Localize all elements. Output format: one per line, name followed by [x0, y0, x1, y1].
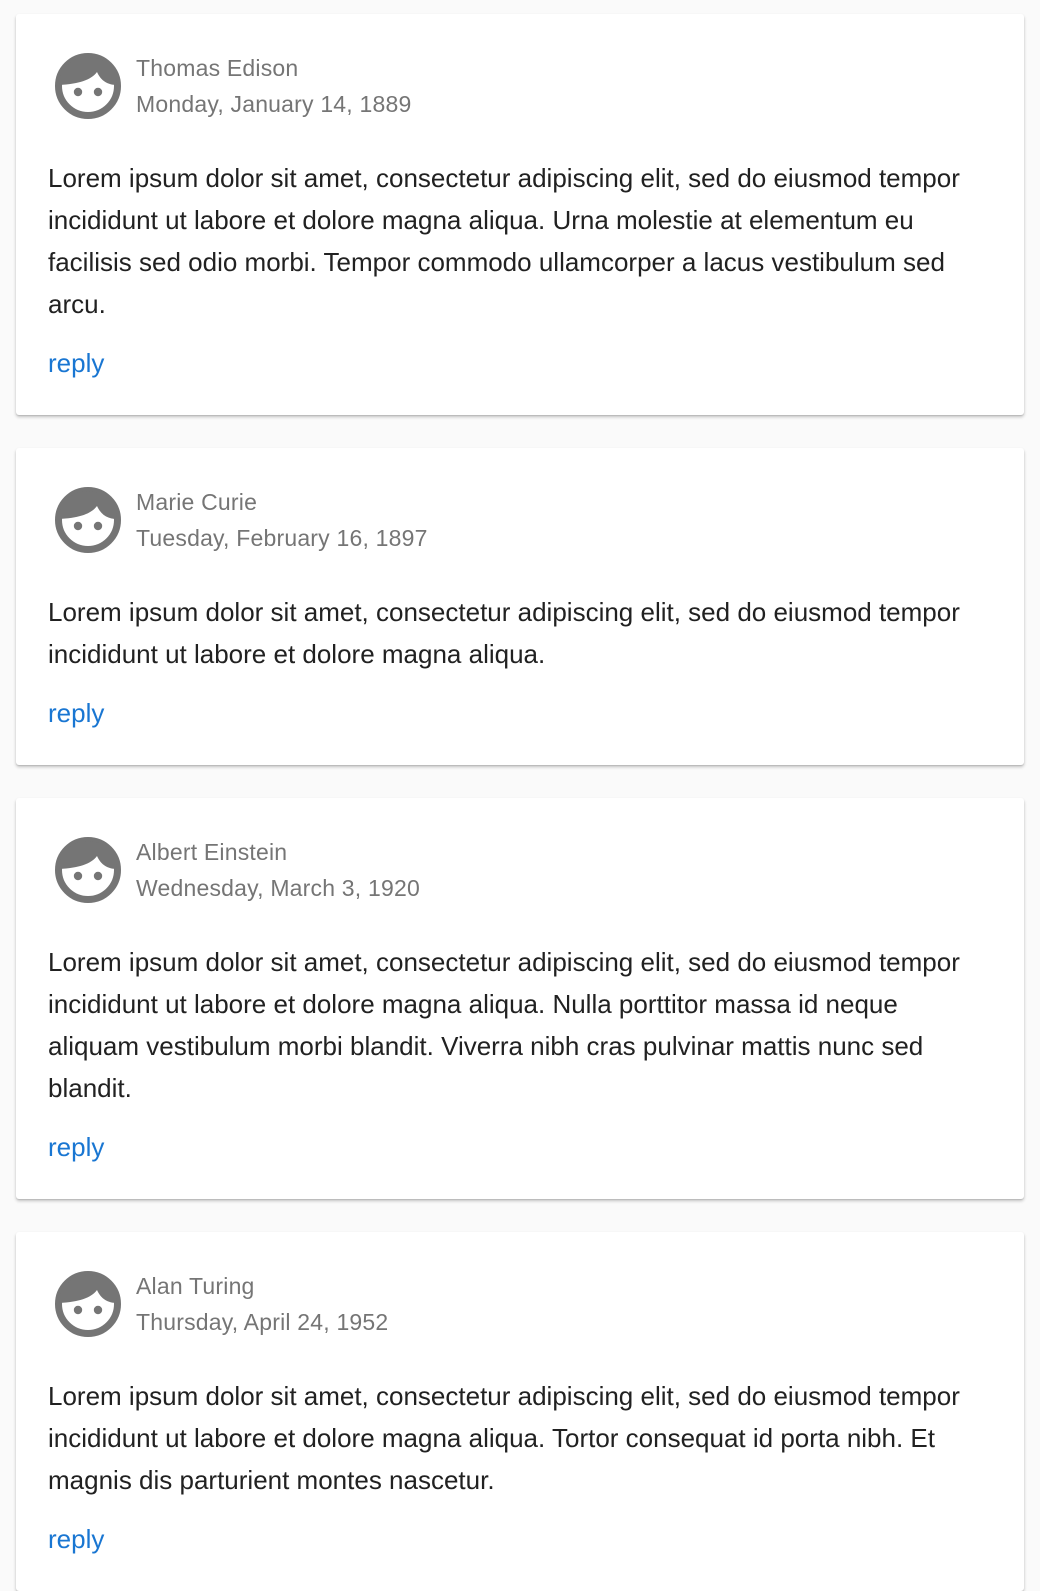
comment-meta: Albert Einstein Wednesday, March 3, 1920 [136, 834, 420, 906]
author-name: Alan Turing [136, 1273, 255, 1299]
reply-link[interactable]: reply [48, 345, 104, 381]
author-name: Marie Curie [136, 489, 258, 515]
author-name: Thomas Edison [136, 55, 299, 81]
comment-text: Lorem ipsum dolor sit amet, consectetur … [48, 597, 960, 669]
comment-date: Thursday, April 24, 1952 [136, 1309, 389, 1335]
face-icon [55, 1271, 121, 1337]
comment-card: Thomas Edison Monday, January 14, 1889 L… [16, 14, 1024, 415]
comment-card: Albert Einstein Wednesday, March 3, 1920… [16, 798, 1024, 1199]
reply-link[interactable]: reply [48, 695, 104, 731]
comment-feed: Thomas Edison Monday, January 14, 1889 L… [0, 0, 1040, 1591]
comment-header: Thomas Edison Monday, January 14, 1889 [54, 52, 411, 120]
reply-link[interactable]: reply [48, 1129, 104, 1165]
comment-card: Marie Curie Tuesday, February 16, 1897 L… [16, 448, 1024, 765]
comment-header: Albert Einstein Wednesday, March 3, 1920 [54, 836, 420, 904]
comment-meta: Thomas Edison Monday, January 14, 1889 [136, 50, 411, 122]
face-icon [55, 837, 121, 903]
comment-meta: Marie Curie Tuesday, February 16, 1897 [136, 484, 428, 556]
comment-header: Marie Curie Tuesday, February 16, 1897 [54, 486, 428, 554]
comment-card: Alan Turing Thursday, April 24, 1952 Lor… [16, 1232, 1024, 1591]
comment-text: Lorem ipsum dolor sit amet, consectetur … [48, 1381, 960, 1495]
comment-date: Wednesday, March 3, 1920 [136, 875, 420, 901]
comment-date: Tuesday, February 16, 1897 [136, 525, 428, 551]
face-icon [55, 487, 121, 553]
reply-link[interactable]: reply [48, 1521, 104, 1557]
comment-text: Lorem ipsum dolor sit amet, consectetur … [48, 947, 960, 1103]
author-name: Albert Einstein [136, 839, 288, 865]
comment-date: Monday, January 14, 1889 [136, 91, 412, 117]
face-icon [55, 53, 121, 119]
comment-meta: Alan Turing Thursday, April 24, 1952 [136, 1268, 388, 1340]
comment-text: Lorem ipsum dolor sit amet, consectetur … [48, 163, 960, 319]
comment-header: Alan Turing Thursday, April 24, 1952 [54, 1270, 388, 1338]
